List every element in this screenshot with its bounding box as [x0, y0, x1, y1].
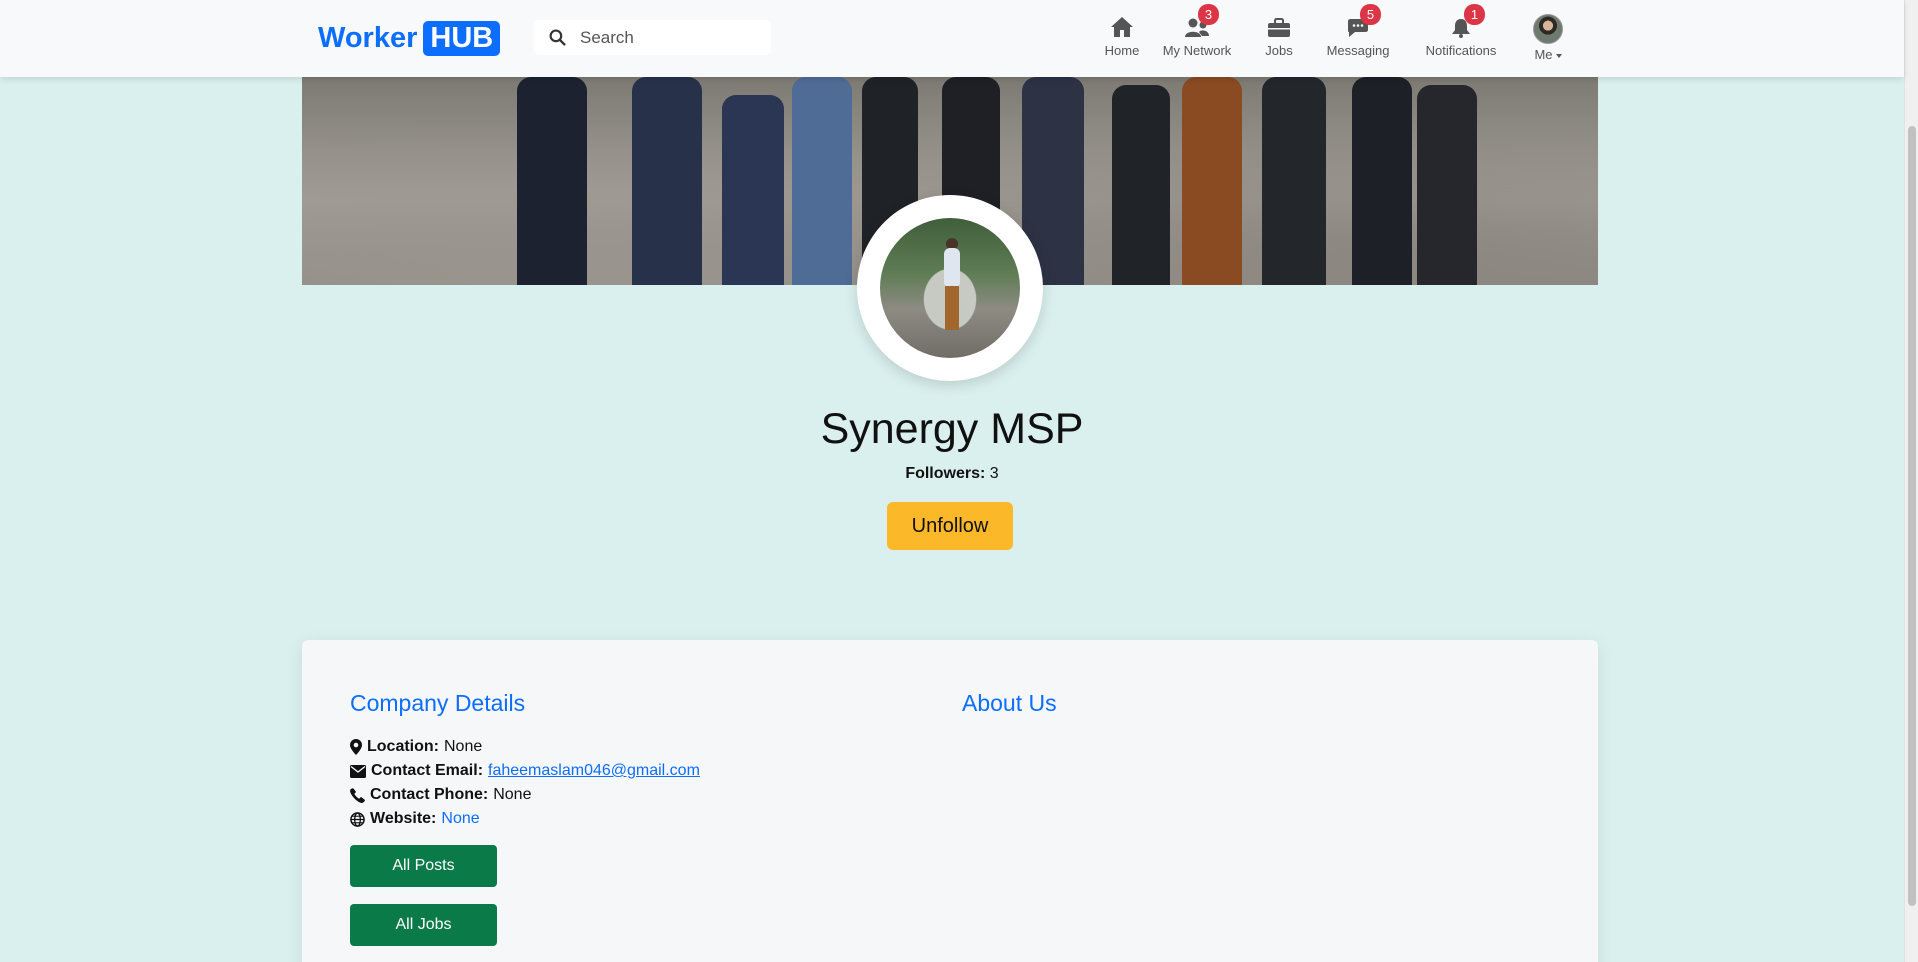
- about-us-title: About Us: [962, 690, 1057, 716]
- website-link[interactable]: None: [441, 807, 479, 831]
- globe-icon: [350, 811, 365, 827]
- scrollbar-thumb[interactable]: [1908, 126, 1916, 906]
- page-scrollbar[interactable]: [1904, 0, 1918, 962]
- home-icon: [1110, 12, 1134, 38]
- website-row: Website: None: [350, 807, 700, 831]
- company-details-list: Location: None Contact Email: faheemasla…: [350, 735, 700, 831]
- company-details-title: Company Details: [350, 690, 526, 716]
- nav-messaging[interactable]: 5 Messaging: [1324, 4, 1392, 62]
- followers-label: Followers:: [905, 465, 986, 482]
- map-pin-icon: [350, 739, 362, 755]
- nav-jobs[interactable]: Jobs: [1256, 12, 1302, 62]
- envelope-icon: [350, 764, 366, 778]
- location-label: Location:: [367, 738, 439, 755]
- messaging-badge: 5: [1360, 4, 1381, 25]
- user-avatar: [1533, 14, 1563, 44]
- top-navbar: Worker HUB Home 3 My Network Jobs 5 Mess…: [0, 0, 1904, 77]
- nav-home-label: Home: [1104, 43, 1140, 58]
- email-label: Contact Email:: [371, 762, 484, 779]
- phone-icon: [350, 787, 365, 803]
- nav-notifications[interactable]: 1 Notifications: [1420, 4, 1502, 62]
- website-label: Website:: [370, 810, 437, 827]
- unfollow-button[interactable]: Unfollow: [887, 502, 1013, 550]
- nav-home[interactable]: Home: [1094, 12, 1150, 62]
- network-icon: 3: [1184, 4, 1219, 38]
- company-name: Synergy MSP: [820, 405, 1084, 453]
- search-box: [534, 20, 771, 55]
- company-avatar: [857, 195, 1043, 381]
- nav-my-network[interactable]: 3 My Network: [1160, 4, 1234, 62]
- phone-row: Contact Phone: None: [350, 783, 700, 807]
- phone-value: None: [493, 786, 532, 803]
- all-jobs-button[interactable]: All Jobs: [350, 904, 497, 946]
- nav-me-menu[interactable]: Me: [1532, 14, 1564, 64]
- brand-word: Worker: [318, 22, 418, 54]
- company-avatar-photo: [880, 218, 1020, 358]
- briefcase-icon: [1267, 12, 1291, 38]
- nav-my-network-label: My Network: [1162, 43, 1232, 58]
- contact-email-link[interactable]: faheemaslam046@gmail.com: [488, 759, 700, 783]
- chat-icon: 5: [1346, 4, 1381, 38]
- bell-icon: 1: [1450, 4, 1485, 38]
- nav-notifications-label: Notifications: [1425, 43, 1497, 58]
- brand-badge: HUB: [423, 21, 501, 56]
- caret-down-icon: [1555, 53, 1562, 58]
- followers-count: Followers: 3: [0, 465, 1904, 483]
- search-icon: [534, 29, 580, 46]
- notifications-badge: 1: [1464, 4, 1485, 25]
- nav-messaging-label: Messaging: [1326, 43, 1390, 58]
- brand-logo[interactable]: Worker HUB: [318, 21, 501, 56]
- location-value: None: [444, 738, 483, 755]
- search-input[interactable]: [580, 27, 760, 48]
- nav-jobs-label: Jobs: [1265, 43, 1293, 58]
- phone-label: Contact Phone:: [370, 786, 489, 803]
- network-badge: 3: [1198, 4, 1219, 25]
- email-row: Contact Email: faheemaslam046@gmail.com: [350, 759, 700, 783]
- company-details-card: Company Details About Us Location: None …: [302, 640, 1598, 962]
- location-row: Location: None: [350, 735, 700, 759]
- all-posts-button[interactable]: All Posts: [350, 845, 497, 887]
- nav-me-label: Me: [1534, 47, 1562, 62]
- followers-value: 3: [989, 465, 999, 482]
